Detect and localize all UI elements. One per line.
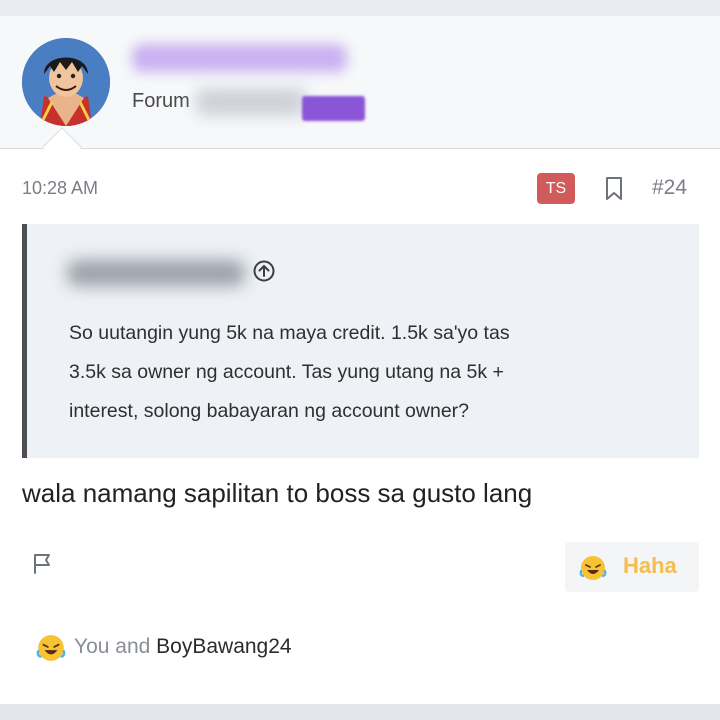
quote-line: 3.5k sa owner ng account. Tas yung utang…: [69, 361, 504, 383]
flag-icon[interactable]: [32, 552, 54, 574]
reaction-label: Haha: [623, 553, 677, 578]
username-redacted: [132, 44, 347, 72]
laughing-emoji-icon: [579, 556, 607, 580]
top-strip: [0, 0, 720, 16]
user-title-redacted: [196, 88, 306, 116]
post-card: Forum 10:28 AM TS #24 So uutangin yung 5…: [0, 16, 720, 704]
quote-author-redacted: [67, 260, 245, 286]
user-avatar[interactable]: [22, 38, 110, 126]
quote-line: interest, solong babayaran ng account ow…: [69, 400, 470, 422]
quote-block: So uutangin yung 5k na maya credit. 1.5k…: [22, 224, 699, 458]
quote-line: So uutangin yung 5k na maya credit. 1.5k…: [69, 322, 510, 344]
post-message: wala namang sapilitan to boss sa gusto l…: [22, 478, 533, 508]
user-title: Forum: [132, 90, 190, 112]
post-timestamp[interactable]: 10:28 AM: [22, 178, 98, 199]
user-header: Forum: [0, 16, 720, 149]
reactions-text: You and BoyBawang24: [74, 635, 292, 659]
laughing-emoji-icon: [36, 635, 66, 661]
reactions-you-and: You and: [74, 635, 151, 658]
arrow-up-circle-icon[interactable]: [253, 260, 275, 282]
quote-text: So uutangin yung 5k na maya credit. 1.5k…: [69, 314, 669, 431]
user-rank-badge: [302, 96, 365, 121]
reactions-username[interactable]: BoyBawang24: [156, 635, 291, 658]
post-number[interactable]: #24: [652, 176, 687, 200]
avatar-image: [22, 38, 110, 126]
thread-starter-badge: TS: [537, 173, 575, 204]
reaction-button[interactable]: Haha: [565, 542, 699, 592]
bookmark-icon[interactable]: [603, 176, 625, 202]
bottom-strip: [0, 704, 720, 720]
